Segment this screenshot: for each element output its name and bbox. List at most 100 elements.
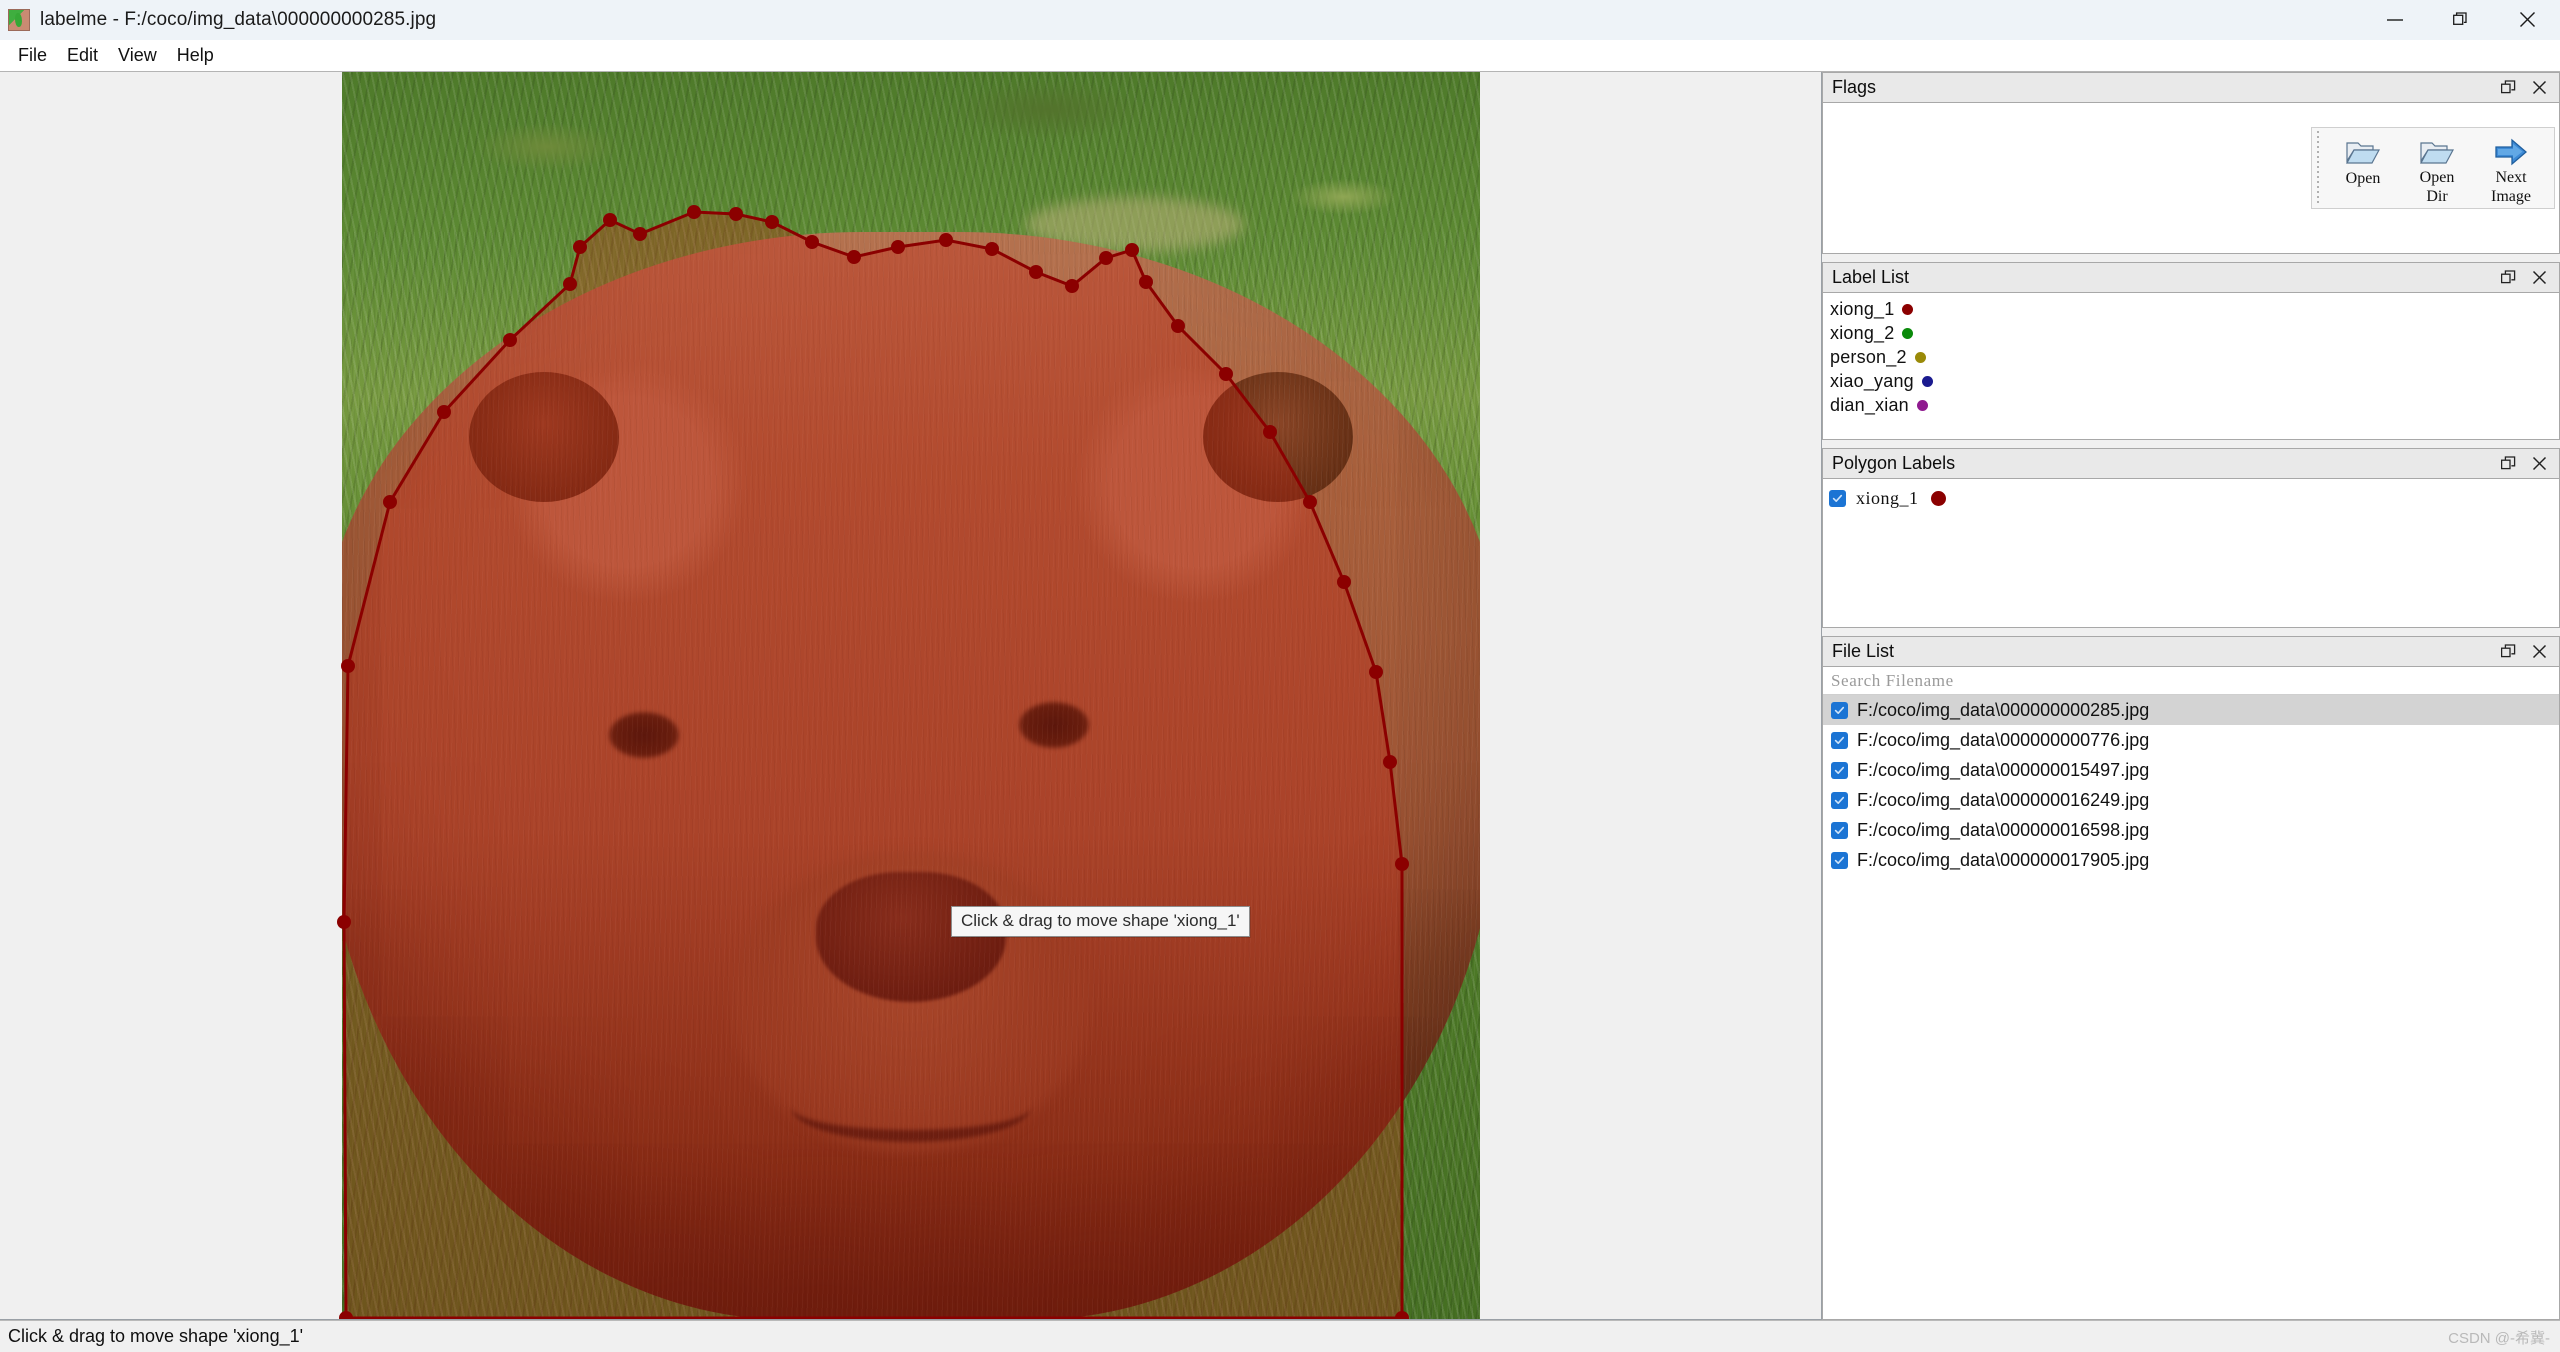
polygon-shape[interactable]: [342, 210, 1404, 1319]
polygon-vertex-handle[interactable]: [1125, 243, 1139, 257]
polygon-label-name: xiong_1: [1856, 487, 1919, 508]
menu-item-view[interactable]: View: [108, 42, 167, 69]
polygon-vertex-handle[interactable]: [1171, 319, 1185, 333]
main-body: Click & drag to move shape 'xiong_1' Fla…: [0, 72, 2560, 1320]
polygon-vertex-handle[interactable]: [687, 205, 701, 219]
menu-item-file[interactable]: File: [8, 42, 57, 69]
close-panel-icon[interactable]: [2532, 270, 2547, 285]
label-color-dot: [1902, 303, 1914, 315]
search-filename-box[interactable]: [1823, 667, 2559, 695]
file-list-item[interactable]: F:/coco/img_data\000000000285.jpg: [1823, 695, 2559, 725]
float-panel-icon[interactable]: [2501, 456, 2516, 471]
float-panel-icon[interactable]: [2501, 80, 2516, 95]
close-panel-icon[interactable]: [2532, 80, 2547, 95]
label-color-dot: [1921, 375, 1933, 387]
window-controls: [2362, 0, 2560, 40]
polygon-vertex-handle[interactable]: [1065, 279, 1079, 293]
next-arrow-icon: [2493, 135, 2529, 168]
label-list-item[interactable]: xiong_1: [1827, 297, 2559, 321]
file-list-item[interactable]: F:/coco/img_data\000000016598.jpg: [1823, 815, 2559, 845]
float-panel-icon[interactable]: [2501, 270, 2516, 285]
polygon-vertex-handle[interactable]: [765, 215, 779, 229]
menu-item-help[interactable]: Help: [167, 42, 224, 69]
polygon-vertex-handle[interactable]: [847, 250, 861, 264]
polygon-labels-panel-body[interactable]: xiong_1: [1822, 478, 2560, 628]
open-dir-button[interactable]: Open Dir: [2400, 131, 2474, 205]
label-list-item-name: xiong_1: [1830, 298, 1895, 319]
image-canvas-area[interactable]: Click & drag to move shape 'xiong_1': [0, 72, 1822, 1320]
title-bar: labelme - F:/coco/img_data\000000000285.…: [0, 0, 2560, 40]
close-icon[interactable]: [2494, 0, 2560, 40]
polygon-vertex-handle[interactable]: [805, 235, 819, 249]
label-color-dot: [1916, 399, 1928, 411]
polygon-annotation-xiong-1[interactable]: [337, 72, 1480, 1320]
label-list-item[interactable]: person_2: [1827, 345, 2559, 369]
label-list-item-name: dian_xian: [1830, 394, 1909, 415]
file-item-checkbox[interactable]: [1831, 821, 1848, 839]
polygon-labels-panel: Polygon Labels xiong_1: [1822, 448, 2560, 628]
search-input[interactable]: [1831, 670, 2559, 691]
polygon-vertex-handle[interactable]: [1395, 857, 1409, 871]
label-list-item[interactable]: dian_xian: [1827, 393, 2559, 417]
restore-icon[interactable]: [2428, 0, 2494, 40]
polygon-vertex-handle[interactable]: [1303, 495, 1317, 509]
polygon-vertex-handle[interactable]: [1099, 251, 1113, 265]
file-list-panel-body[interactable]: F:/coco/img_data\000000000285.jpg F:/coco…: [1822, 666, 2560, 1320]
polygon-vertex-handle[interactable]: [573, 240, 587, 254]
label-list-item[interactable]: xiao_yang: [1827, 369, 2559, 393]
toolbar-drag-handle[interactable]: [2314, 131, 2322, 205]
polygon-vertex-handle[interactable]: [1369, 665, 1383, 679]
polygon-vertex-handle[interactable]: [1383, 755, 1397, 769]
polygon-vertex-handle[interactable]: [1139, 275, 1153, 289]
close-panel-icon[interactable]: [2532, 644, 2547, 659]
menu-item-edit[interactable]: Edit: [57, 42, 108, 69]
file-list-panel-title: File List: [1832, 641, 1895, 661]
next-image-button-label-1: Next: [2495, 169, 2527, 187]
polygon-vertex-handle[interactable]: [563, 277, 577, 291]
file-list-item[interactable]: F:/coco/img_data\000000017905.jpg: [1823, 845, 2559, 875]
file-item-checkbox[interactable]: [1831, 731, 1848, 749]
polygon-vertex-handle[interactable]: [503, 333, 517, 347]
polygon-vertex-handle[interactable]: [341, 659, 355, 673]
label-list-panel-body[interactable]: xiong_1 xiong_2 person_2 xiao_yang dian_xian: [1822, 292, 2560, 440]
file-item-checkbox[interactable]: [1831, 791, 1848, 809]
polygon-vertex-handle[interactable]: [1337, 575, 1351, 589]
annotated-image[interactable]: [337, 72, 1480, 1320]
polygon-vertex-handle[interactable]: [729, 207, 743, 221]
minimize-icon[interactable]: [2362, 0, 2428, 40]
right-dock: Flags Open Open Dir Next Image Label Lis…: [1822, 72, 2560, 1320]
polygon-vertex-handle[interactable]: [1263, 425, 1277, 439]
polygon-vertex-handle[interactable]: [1219, 367, 1233, 381]
polygon-vertex-handle[interactable]: [939, 233, 953, 247]
polygon-vertex-handle[interactable]: [437, 405, 451, 419]
watermark: CSDN @-希冀-: [2448, 1330, 2550, 1347]
file-list-item[interactable]: F:/coco/img_data\000000000776.jpg: [1823, 725, 2559, 755]
polygon-vertex-handle[interactable]: [383, 495, 397, 509]
close-panel-icon[interactable]: [2532, 456, 2547, 471]
polygon-vertex-handle[interactable]: [603, 213, 617, 227]
next-image-button[interactable]: Next Image: [2474, 131, 2548, 205]
polygon-vertex-handle[interactable]: [985, 242, 999, 256]
open-button-label-1: Open: [2345, 170, 2381, 187]
label-list-item[interactable]: xiong_2: [1827, 321, 2559, 345]
polygon-vertex-handle[interactable]: [337, 915, 351, 929]
open-button[interactable]: Open: [2326, 131, 2400, 205]
polygon-label-checkbox[interactable]: [1829, 489, 1846, 507]
label-list-item-name: xiao_yang: [1830, 370, 1914, 391]
polygon-vertex-handle[interactable]: [891, 240, 905, 254]
canvas-viewport[interactable]: Click & drag to move shape 'xiong_1': [0, 72, 1821, 1319]
flags-panel-title: Flags: [1832, 77, 1877, 97]
file-item-checkbox[interactable]: [1831, 761, 1848, 779]
canvas-tooltip: Click & drag to move shape 'xiong_1': [951, 906, 1250, 937]
flags-panel-header: Flags: [1822, 72, 2560, 102]
file-item-checkbox[interactable]: [1831, 701, 1848, 719]
float-panel-icon[interactable]: [2501, 644, 2516, 659]
polygon-vertex-handle[interactable]: [633, 227, 647, 241]
polygon-vertex-handle[interactable]: [1029, 265, 1043, 279]
file-list-item[interactable]: F:/coco/img_data\000000015497.jpg: [1823, 755, 2559, 785]
file-list-rows[interactable]: F:/coco/img_data\000000000285.jpg F:/coco…: [1823, 695, 2559, 1319]
file-item-checkbox[interactable]: [1831, 851, 1848, 869]
file-list-item[interactable]: F:/coco/img_data\000000016249.jpg: [1823, 785, 2559, 815]
file-item-path: F:/coco/img_data\000000017905.jpg: [1857, 849, 2150, 870]
polygon-label-item[interactable]: xiong_1: [1829, 485, 2559, 511]
